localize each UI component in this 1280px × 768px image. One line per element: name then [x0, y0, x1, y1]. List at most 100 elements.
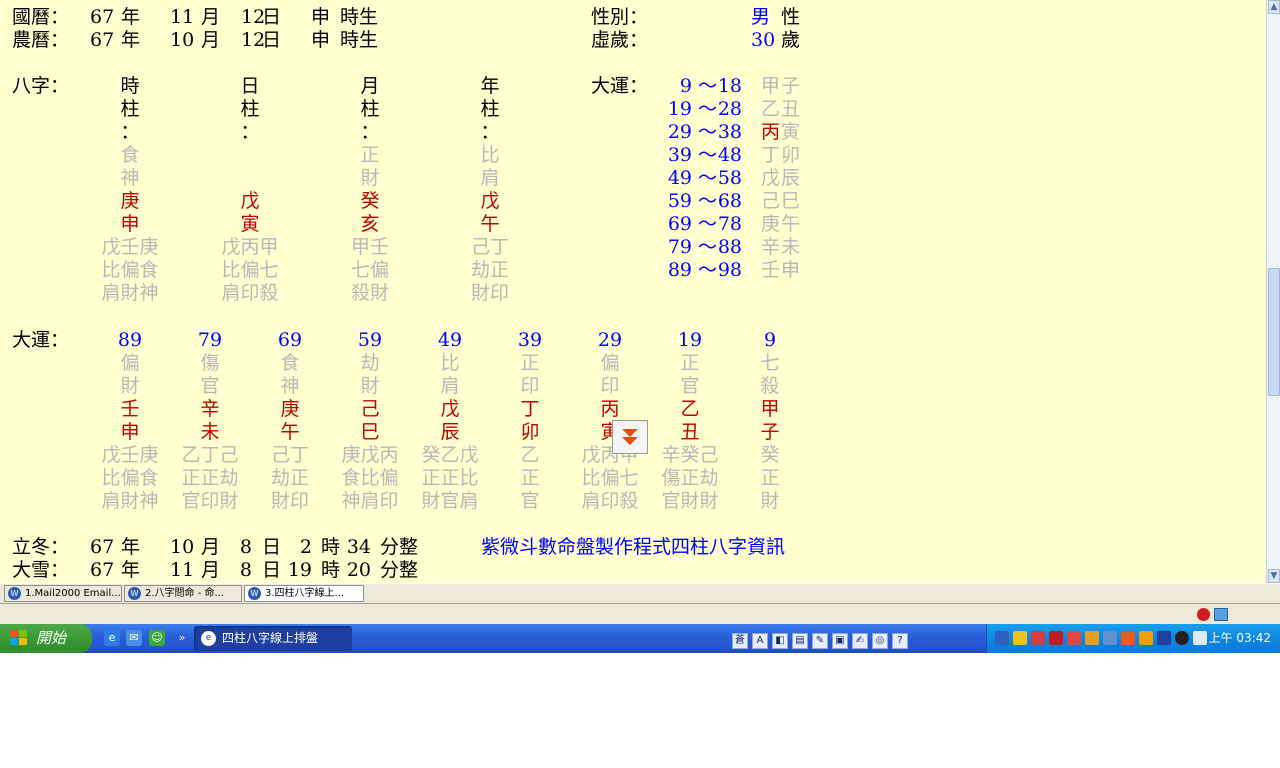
ime-keyboard-icon[interactable]: ▤: [792, 633, 808, 649]
ie-icon[interactable]: e: [104, 630, 120, 646]
windows-taskbar: 開始 e ✉ ☺ » e 四柱八字線上排盤 蒼 A ◧ ▤ ✎ ▣ ✍ ◎? 上午 03:42: [0, 624, 1280, 653]
ziwei-program-link[interactable]: 紫微斗數命盤製作程式四柱八字資訊: [481, 536, 785, 559]
unit-month: 月: [201, 6, 221, 28]
unit-hour: 時生: [340, 29, 379, 51]
jieqi-day: 8: [239, 536, 252, 558]
dayun-to: 78: [717, 213, 742, 235]
jieqi-label: 大雪：: [12, 559, 70, 581]
pillar-god: 比: [480, 144, 500, 166]
connection-icon[interactable]: [1214, 608, 1228, 621]
nongli-year: 67: [90, 29, 115, 51]
dayun-to: 88: [717, 236, 742, 258]
blocked-icon[interactable]: [1197, 608, 1210, 621]
dayun-branch: 丑: [680, 421, 700, 443]
pillar-hidden-gods: 劫正: [470, 259, 509, 281]
scroll-down-icon[interactable]: ▼: [1268, 569, 1280, 583]
dayun-branch: 午: [781, 213, 801, 235]
dayun-age: 79: [197, 329, 223, 351]
shield-icon[interactable]: [1013, 631, 1027, 645]
ime-help-icon[interactable]: ?: [892, 633, 908, 649]
windows-logo-icon: [10, 630, 28, 646]
vertical-scrollbar[interactable]: ▲ ▼: [1266, 0, 1280, 583]
ime-write-icon[interactable]: ✍: [852, 633, 868, 649]
security-icon[interactable]: [1031, 631, 1045, 645]
pillar-hidden-stems: 甲壬: [350, 236, 389, 258]
pillar-colon: ：: [360, 121, 380, 143]
app-tray-icon[interactable]: [1121, 631, 1135, 645]
dayun-branch: 寅: [781, 121, 801, 143]
dayun-hidden-gods: 正正劫: [181, 467, 239, 489]
unit-day: 日: [262, 559, 282, 581]
tab-sizhu-bazi[interactable]: W 3.四柱八字線上...: [244, 585, 364, 602]
browser-icon: W: [248, 587, 261, 600]
monitor-icon[interactable]: [1157, 631, 1171, 645]
unit-month: 月: [201, 559, 221, 581]
dayun-age: 49: [437, 329, 463, 351]
messenger-icon[interactable]: ☺: [149, 630, 165, 646]
dayun-stem: 丁: [761, 144, 781, 166]
unit-year: 年: [121, 6, 141, 28]
scroll-down-widget-icon[interactable]: [612, 420, 648, 454]
tab-label: 2.八字問命 - 命...: [145, 588, 225, 599]
gender-label: 性別：: [591, 6, 649, 28]
pillar-branch: 午: [480, 213, 500, 235]
jieqi-month: 11: [170, 559, 195, 581]
jieqi-month: 10: [170, 536, 195, 558]
dayun-from: 29: [667, 121, 692, 143]
dayun-detail-label: 大運：: [12, 329, 70, 351]
start-label: 開始: [36, 629, 67, 647]
dayun-stem: 壬: [120, 398, 140, 420]
dayun-branch: 巳: [781, 190, 801, 212]
download-icon[interactable]: [1139, 631, 1153, 645]
start-button[interactable]: 開始: [0, 624, 92, 653]
dayun-hidden-stems: 癸: [760, 444, 780, 466]
scroll-thumb[interactable]: [1268, 268, 1280, 396]
dayun-branch: 子: [781, 75, 801, 97]
pillar-branch: 申: [120, 213, 140, 235]
dayun-hidden-gods: 官印財: [181, 490, 239, 512]
tab-label: 1.Mail2000 Email...: [25, 588, 121, 599]
jieqi-hour: 2: [299, 536, 312, 558]
magnifier-icon[interactable]: [1103, 631, 1117, 645]
dayun-stem: 壬: [761, 259, 781, 281]
dayun-stem: 戊: [440, 398, 460, 420]
tab-mail2000[interactable]: W 1.Mail2000 Email...: [4, 585, 122, 602]
warning-icon[interactable]: [1085, 631, 1099, 645]
dayun-stem: 甲: [761, 75, 781, 97]
ime-mode-icon[interactable]: 蒼: [732, 633, 748, 649]
dayun-hidden-gods: 肩印殺: [581, 490, 639, 512]
dayun-age: 69: [277, 329, 303, 351]
pillar-name: 柱: [360, 98, 380, 120]
scroll-up-icon[interactable]: ▲: [1268, 0, 1280, 14]
antivirus-icon[interactable]: [1049, 631, 1063, 645]
unit-hour: 時: [321, 559, 341, 581]
chevron-right-icon[interactable]: »: [174, 630, 190, 646]
network-alert-icon[interactable]: [1067, 631, 1081, 645]
browser-icon: W: [128, 587, 141, 600]
ime-a-icon[interactable]: A: [752, 633, 768, 649]
nongli-label: 農曆：: [12, 29, 70, 51]
dayun-god: 食: [280, 352, 300, 374]
tab-bazi-wenming[interactable]: W 2.八字問命 - 命...: [124, 585, 242, 602]
network-icon[interactable]: [995, 631, 1009, 645]
media-icon[interactable]: [1175, 631, 1189, 645]
tray-app-icon[interactable]: [1193, 631, 1207, 645]
bazi-label: 八字：: [12, 75, 70, 97]
ime-pen-icon[interactable]: ✎: [812, 633, 828, 649]
dayun-stem: 乙: [761, 98, 781, 120]
outlook-icon[interactable]: ✉: [126, 630, 142, 646]
pillar-name: 柱: [240, 98, 260, 120]
jieqi-year: 67: [90, 536, 115, 558]
guoli-year: 67: [90, 6, 115, 28]
taskbar-window-button[interactable]: e 四柱八字線上排盤: [194, 626, 352, 651]
dayun-stem: 丁: [520, 398, 540, 420]
pillar-stem: 戊: [480, 190, 500, 212]
dayun-to: 58: [717, 167, 742, 189]
ime-cd-icon[interactable]: ◎: [872, 633, 888, 649]
dayun-from: 49: [667, 167, 692, 189]
ime-half-icon[interactable]: ◧: [772, 633, 788, 649]
window-tab-bar: W 1.Mail2000 Email... W 2.八字問命 - 命... W …: [0, 584, 1280, 604]
dayun-hidden-gods: 正正比: [421, 467, 479, 489]
dayun-god: 劫: [360, 352, 380, 374]
ime-pad-icon[interactable]: ▣: [832, 633, 848, 649]
